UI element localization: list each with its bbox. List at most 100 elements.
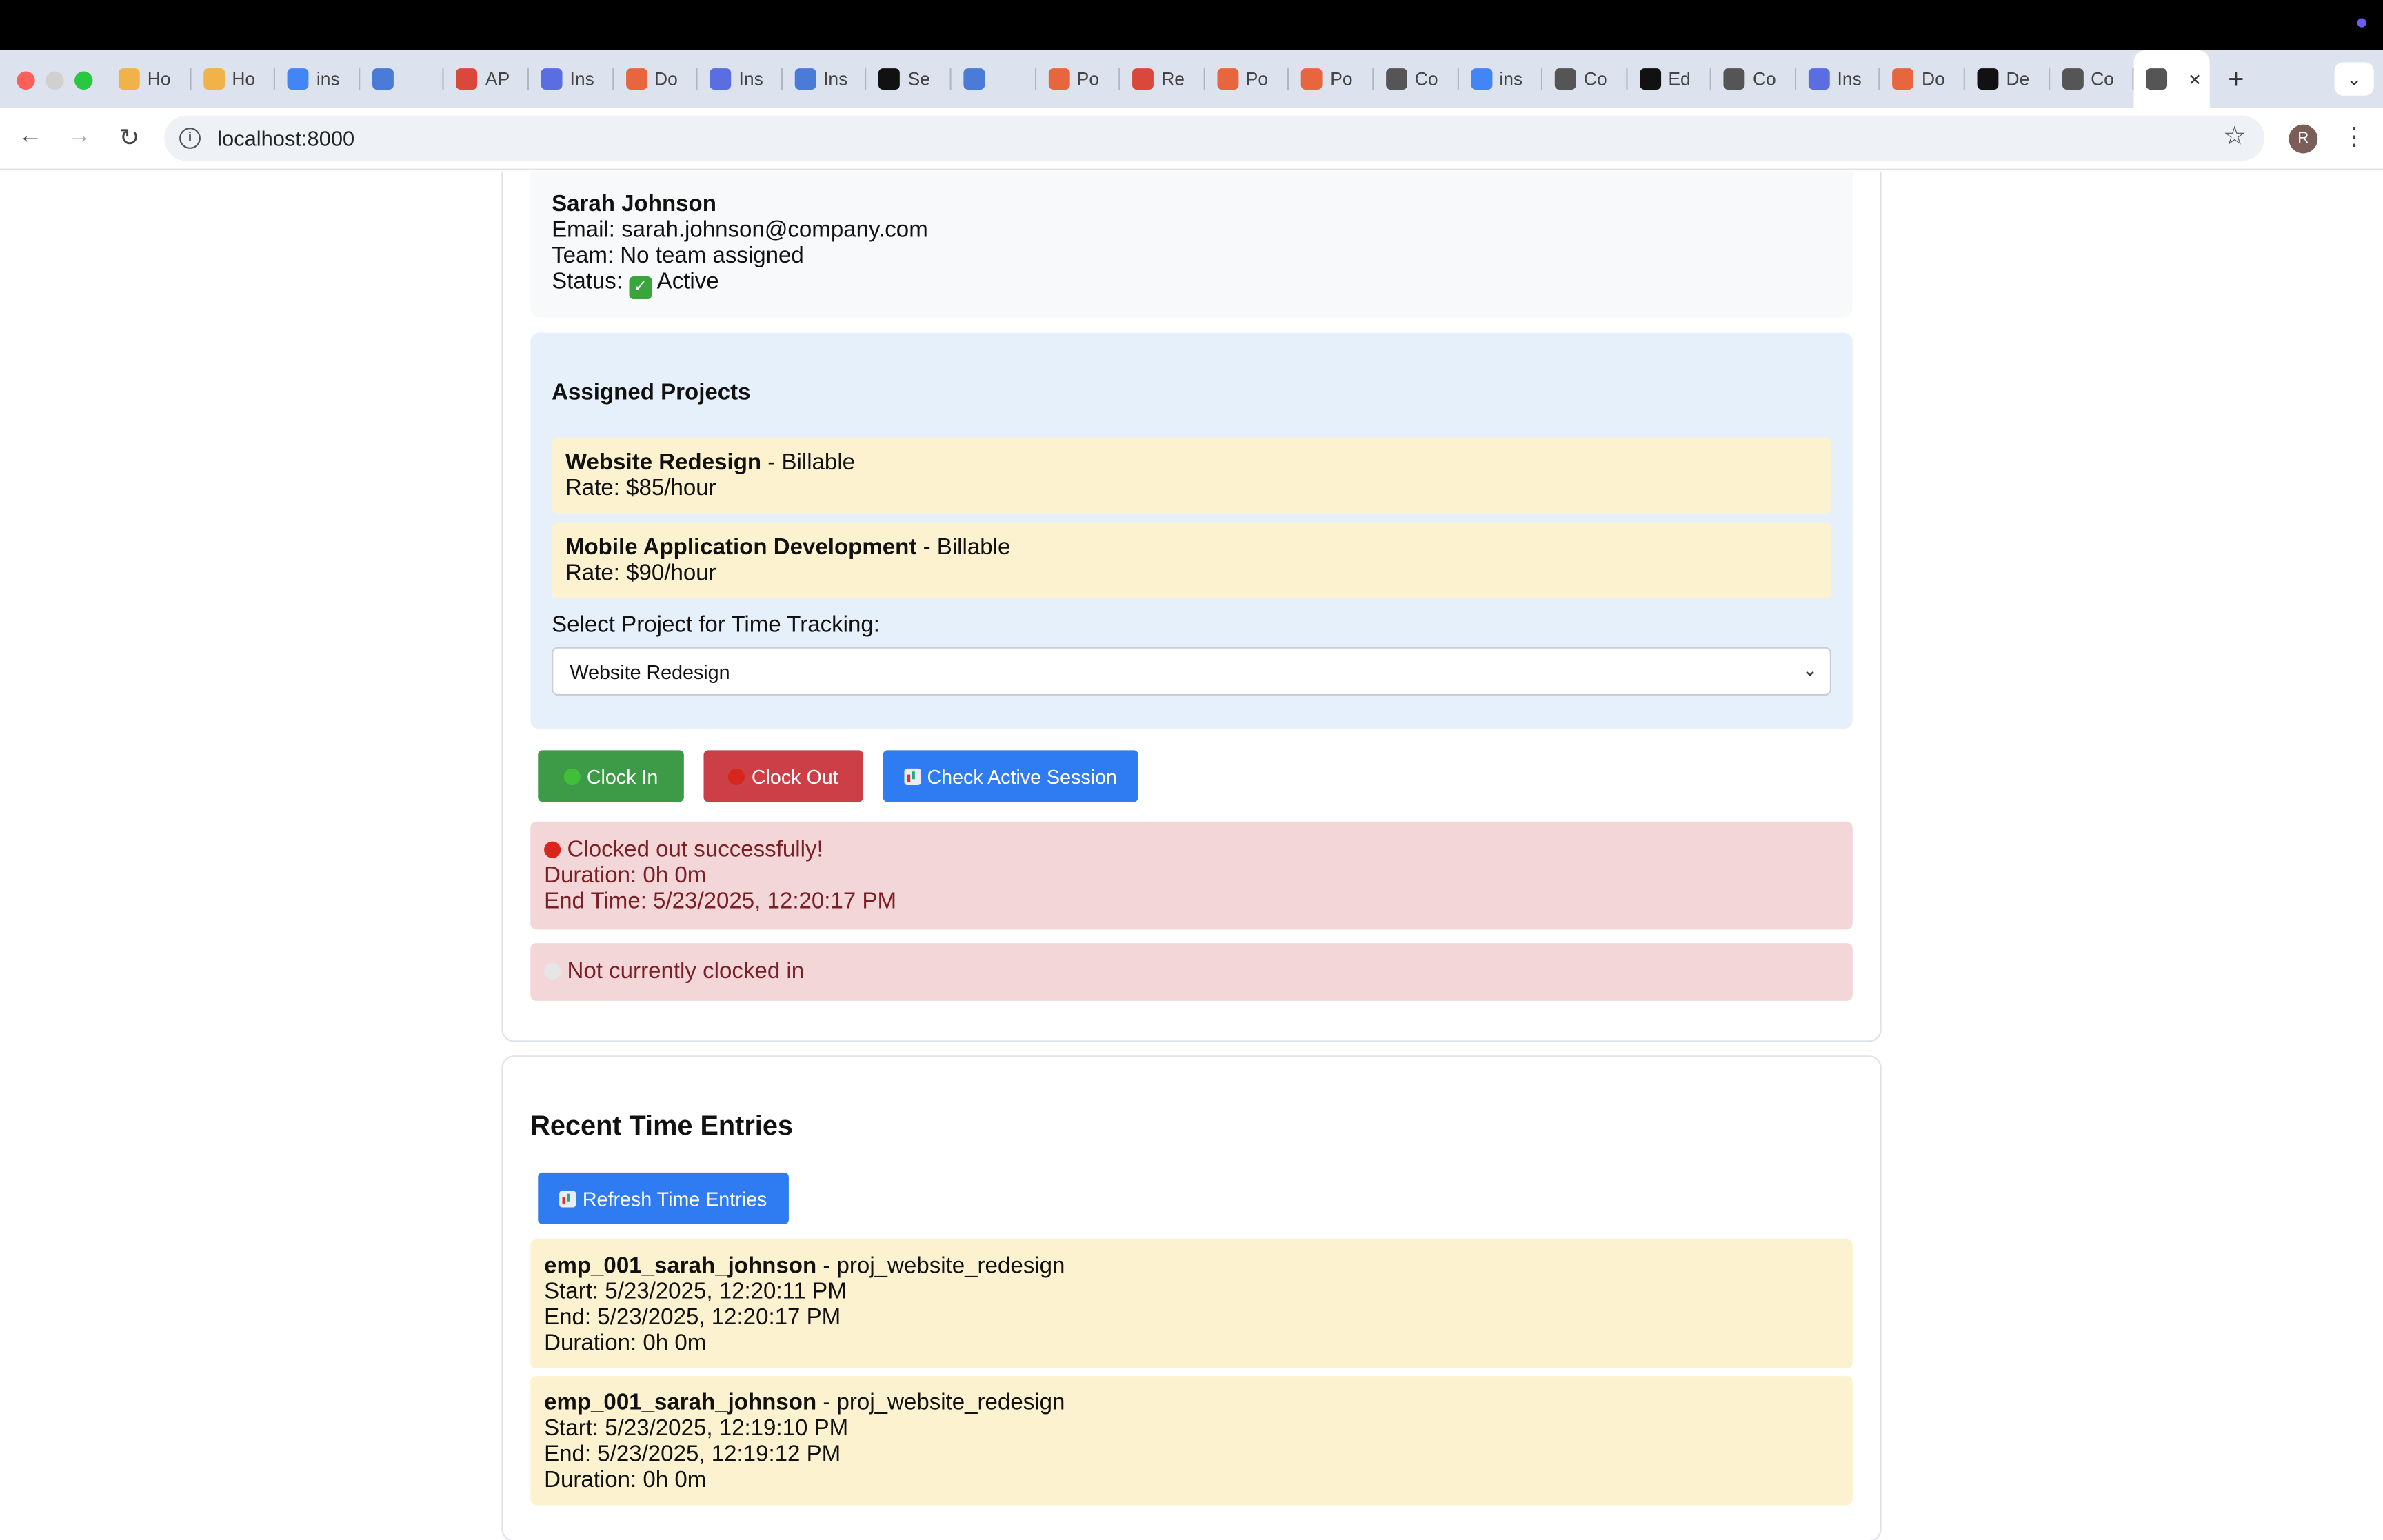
clock-icon [1216,68,1238,90]
browser-tab[interactable]: ins [275,50,360,108]
browser-tab[interactable]: Se [867,50,952,108]
calendar-icon [963,68,985,90]
refresh-entries-button[interactable]: Refresh Time Entries [538,1172,789,1224]
status-dot-icon [2357,18,2366,28]
browser-tab-label: Ed [1668,68,1691,90]
clock-out-alert: Clocked out successfully! Duration: 0h 0… [530,821,1853,930]
entry-end: End: 5/23/2025, 12:19:12 PM [544,1441,841,1468]
tab-search-chevron-icon[interactable]: ⌄ [2334,62,2374,96]
project-select[interactable]: Website Redesign ⌄ [552,647,1831,696]
browser-tab[interactable]: Ho [191,50,276,108]
close-tab-icon[interactable]: × [2189,67,2201,91]
check-active-session-button[interactable]: Check Active Session [883,750,1138,802]
browser-tab[interactable]: Ins [1796,50,1881,108]
browser-tab-label: Se [907,68,930,90]
clock-out-message: Clocked out successfully! [567,836,823,863]
browser-tab-label: Re [1161,68,1185,90]
maximize-window-button[interactable] [74,71,93,90]
browser-tab[interactable]: Do [613,50,698,108]
back-arrow-icon[interactable]: ← [15,123,46,150]
browser-tab[interactable]: Ed [1627,50,1712,108]
page-content: Sarah Johnson Email: sarah.johnson@compa… [0,171,2383,1540]
browser-tab[interactable]: ins [1458,50,1543,108]
browser-tab[interactable]: Ho [106,50,191,108]
project-item: Website Redesign - Billable Rate: $85/ho… [552,437,1831,514]
browser-tab[interactable]: Ins [529,50,614,108]
orange-circle-icon [1893,68,1914,90]
browser-tab[interactable]: AP [444,50,529,108]
close-window-button[interactable] [17,71,35,90]
browser-tab-label: Ins [570,68,594,90]
browser-tab[interactable]: Po [1036,50,1120,108]
google-icon [1470,68,1492,90]
browser-tab[interactable]: Re [1120,50,1205,108]
bookmark-star-icon[interactable]: ☆ [2223,121,2246,152]
project-type: - Billable [761,449,856,476]
browser-tab[interactable]: De [1965,50,2050,108]
entry-project: - proj_website_redesign [816,1389,1065,1416]
entry-end: End: 5/23/2025, 12:20:17 PM [544,1304,841,1331]
new-tab-button[interactable]: + [2228,64,2244,96]
project-type: - Billable [916,534,1011,560]
status-value: Active [656,268,719,295]
browser-tab-label: Co [2091,68,2114,90]
globe-icon [1385,68,1407,90]
browser-tab[interactable] [360,50,445,108]
browser-tab-label: De [2006,68,2030,90]
reload-icon[interactable]: ↻ [114,123,144,153]
browser-tab-label: Po [1330,68,1353,90]
browser-tab[interactable]: Ins [783,50,867,108]
url-text: localhost:8000 [217,125,355,151]
session-status-alert: Not currently clocked in [530,943,1853,1001]
browser-tab[interactable]: Co [1374,50,1458,108]
globe-icon [2062,68,2084,90]
profile-avatar[interactable]: R [2289,124,2318,154]
recent-entries-card: Recent Time Entries Refresh Time Entries… [501,1055,1882,1540]
clock-out-end-time: End Time: 5/23/2025, 12:20:17 PM [544,888,897,915]
project-select-label: Select Project for Time Tracking: [552,611,881,638]
clock-icon [1301,68,1323,90]
employee-card: Sarah Johnson Email: sarah.johnson@compa… [501,171,1882,1042]
browser-menu-icon[interactable]: ⋮ [2342,121,2366,152]
browser-tab[interactable]: Co [1542,50,1627,108]
white-circle-icon [544,962,561,980]
clock-out-duration: Duration: 0h 0m [544,862,707,889]
check-session-label: Check Active Session [927,764,1118,788]
github-icon [1977,68,1999,90]
waveform-icon [541,68,563,90]
employee-profile: Sarah Johnson Email: sarah.johnson@compa… [530,171,1853,318]
browser-tab[interactable]: Do [1881,50,1966,108]
entry-start: Start: 5/23/2025, 12:20:11 PM [544,1279,847,1305]
employee-status: Status: ✓ Active [552,268,1831,300]
browser-tab[interactable]: Po [1205,50,1289,108]
browser-toolbar: ← → ↻ i localhost:8000 ☆ R ⋮ [0,108,2383,170]
browser-tab[interactable]: Po [1289,50,1374,108]
entry-employee: emp_001_sarah_johnson [544,1389,817,1416]
browser-tab[interactable]: Ins [698,50,783,108]
clock-out-button[interactable]: Clock Out [703,750,863,802]
gmail-icon [1132,68,1154,90]
refresh-icon [559,1190,577,1207]
browser-tab-label: Do [1922,68,1945,90]
browser-tab[interactable]: Co [2050,50,2135,108]
forward-arrow-icon[interactable]: → [64,123,94,150]
calendar-icon [372,68,394,90]
time-entry: emp_001_sarah_johnson - proj_website_red… [530,1376,1853,1506]
entry-duration: Duration: 0h 0m [544,1467,707,1493]
clock-in-button[interactable]: Clock In [538,750,684,802]
site-info-icon[interactable]: i [179,128,201,149]
browser-tab-label: Do [654,68,678,90]
red-circle-icon [728,767,746,784]
minimize-window-button[interactable] [46,71,64,90]
green-circle-icon [563,767,581,784]
browser-tab-label: Co [1583,68,1607,90]
active-browser-tab[interactable]: × [2134,50,2211,108]
status-label: Status: [552,268,623,295]
openai-icon [878,68,901,90]
browser-tab-label: AP [485,68,510,90]
browser-tab[interactable]: Co [1711,50,1796,108]
browser-tab[interactable] [952,50,1036,108]
address-bar[interactable]: i localhost:8000 ☆ [164,115,2265,161]
employee-team: Team: No team assigned [552,243,804,269]
project-name: Website Redesign [565,449,762,476]
